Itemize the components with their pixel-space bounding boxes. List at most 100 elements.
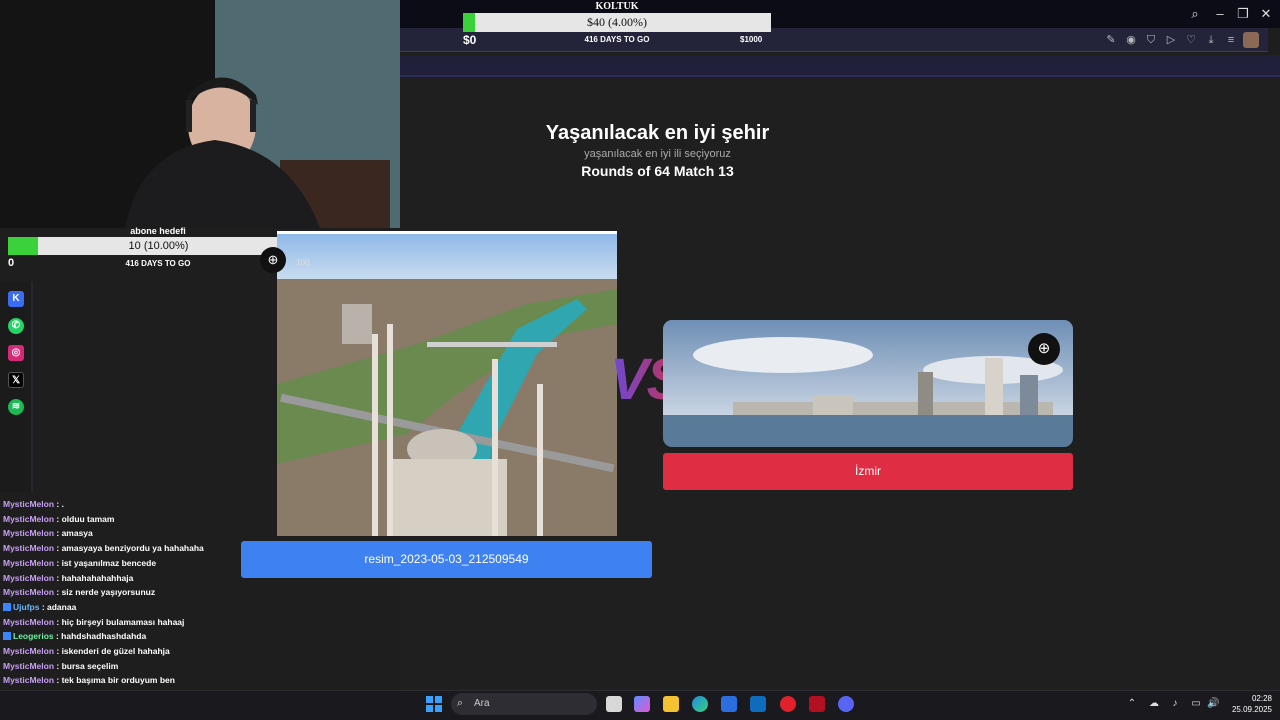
left-zoom-count: 100 xyxy=(296,258,310,267)
right-choice-button[interactable]: İzmir xyxy=(663,453,1073,490)
chat-message: MysticMelon : olduu tamam xyxy=(3,514,114,524)
chat-username[interactable]: MysticMelon xyxy=(3,661,54,671)
play-icon[interactable]: ▷ xyxy=(1164,33,1178,47)
heart-icon[interactable]: ♡ xyxy=(1184,33,1198,47)
edit-icon[interactable]: ✎ xyxy=(1104,33,1118,47)
chat-message: MysticMelon : amasya xyxy=(3,528,93,538)
donation-progress-bar: $40 (4.00%) xyxy=(463,13,771,32)
chat-username[interactable]: Leogerios xyxy=(13,631,54,641)
x-icon[interactable]: 𝕏 xyxy=(8,372,24,388)
donation-days-to-go: 416 DAYS TO GO xyxy=(584,35,650,44)
chat-message: MysticMelon : ist yaşanılmaz bencede xyxy=(3,558,156,568)
chat-message: MysticMelon : iskenderi de güzel hahahja xyxy=(3,646,170,656)
chat-message: Ujufps : adanaa xyxy=(3,602,76,612)
edge-icon[interactable] xyxy=(692,696,708,712)
outlook-icon[interactable] xyxy=(750,696,766,712)
volume-icon[interactable]: 🔊 xyxy=(1207,698,1219,709)
taskbar-search-label: Ara xyxy=(474,698,490,709)
clock-time: 02:28 xyxy=(1251,694,1272,703)
izmir-skyline-image xyxy=(663,320,1073,447)
left-zoom-button[interactable]: ⊕ xyxy=(260,247,286,273)
file-explorer-icon[interactable] xyxy=(663,696,679,712)
whatsapp-icon[interactable]: ✆ xyxy=(8,318,24,334)
chevron-up-icon[interactable]: ⌃ xyxy=(1126,698,1138,709)
close-icon[interactable]: ✕ xyxy=(1258,6,1274,22)
chat-username[interactable]: MysticMelon xyxy=(3,543,54,553)
social-sidebar: K ✆ ◎ 𝕏 ≋ xyxy=(0,282,33,492)
task-view-icon[interactable] xyxy=(606,696,622,712)
chat-message: MysticMelon : hahahahahahhaja xyxy=(3,573,133,583)
chat-username[interactable]: MysticMelon xyxy=(3,528,54,538)
chat-overlay: MysticMelon : . MysticMelon : olduu tamam… xyxy=(0,485,260,720)
display-icon[interactable]: ▭ xyxy=(1190,698,1202,709)
chat-message: MysticMelon : . xyxy=(3,499,64,509)
tournament-title: Yaşanılacak en iyi şehir xyxy=(545,122,770,144)
copilot-icon[interactable] xyxy=(634,696,650,712)
instagram-icon[interactable]: ◎ xyxy=(8,345,24,361)
restore-icon[interactable]: ❐ xyxy=(1235,6,1251,22)
chat-badge-icon xyxy=(3,632,11,641)
taskbar-search-icon: ⌕ xyxy=(457,697,464,709)
minimize-icon[interactable]: – xyxy=(1212,6,1228,21)
webcam-image xyxy=(0,0,400,228)
chat-username[interactable]: MysticMelon xyxy=(3,587,54,597)
shield-icon[interactable]: ⛉ xyxy=(1144,33,1158,47)
cloud-icon[interactable]: ☁ xyxy=(1148,698,1160,709)
chat-message: MysticMelon : bursa seçelim xyxy=(3,661,118,671)
spotify-icon[interactable]: ≋ xyxy=(8,399,24,415)
chat-message: MysticMelon : siz nerde yaşıyorsunuz xyxy=(3,587,155,597)
profile-avatar[interactable] xyxy=(1243,32,1259,48)
chat-text: : olduu tamam xyxy=(54,513,115,524)
sub-goal-title: abone hedefi xyxy=(130,226,186,236)
camera-icon[interactable]: ◉ xyxy=(1124,33,1138,47)
left-choice-button[interactable]: resim_2023-05-03_212509549 xyxy=(241,541,652,578)
chat-text: : hahahahahahhaja xyxy=(54,572,134,583)
start-button[interactable] xyxy=(426,696,442,712)
kick-icon[interactable]: K xyxy=(8,291,24,307)
opera-icon[interactable] xyxy=(780,696,796,712)
store-icon[interactable] xyxy=(721,696,737,712)
donation-goal-title: KOLTUK xyxy=(595,1,639,12)
donation-amount: $40 (4.00%) xyxy=(587,15,647,29)
clock-date: 25.09.2025 xyxy=(1231,705,1272,714)
chat-text: : hahdshadhashdahda xyxy=(53,631,147,642)
menu-icon[interactable]: ≡ xyxy=(1224,33,1238,47)
search-icon[interactable]: ⌕ xyxy=(1187,6,1203,22)
chat-username[interactable]: MysticMelon xyxy=(3,617,54,627)
chat-message: MysticMelon : hiç birşeyi bulamaması hah… xyxy=(3,617,184,627)
chat-text: : amasya xyxy=(54,528,93,539)
chat-username[interactable]: MysticMelon xyxy=(3,499,54,509)
chat-text: : hiç birşeyi bulamaması hahaaj xyxy=(54,616,185,627)
taskbar-search[interactable] xyxy=(451,693,597,715)
tournament-subtitle: yaşanılacak en iyi ili seçiyoruz xyxy=(584,148,731,160)
donation-max: $1000 xyxy=(740,35,763,44)
chat-message: Leogerios : hahdshadhashdahda xyxy=(3,631,146,641)
download-icon[interactable]: ⤓ xyxy=(1204,33,1218,47)
chat-text: : ist yaşanılmaz bencede xyxy=(54,557,157,568)
chat-text: : bursa seçelim xyxy=(54,660,119,671)
chat-username[interactable]: MysticMelon xyxy=(3,514,54,524)
webcam-feed xyxy=(0,0,400,228)
mic-icon[interactable]: ♪ xyxy=(1169,698,1181,709)
tournament-round: Rounds of 64 Match 13 xyxy=(581,163,734,179)
chat-username[interactable]: MysticMelon xyxy=(3,646,54,656)
chat-username[interactable]: MysticMelon xyxy=(3,675,54,685)
chat-text: : tek başıma bir orduyum ben xyxy=(54,675,175,686)
right-choice-image[interactable] xyxy=(663,320,1073,447)
chat-message: MysticMelon : amasyaya benziyordu ya hah… xyxy=(3,543,204,553)
chat-text: : . xyxy=(54,499,64,509)
chat-badge-icon xyxy=(3,602,11,611)
chat-username[interactable]: MysticMelon xyxy=(3,558,54,568)
app-icon[interactable] xyxy=(809,696,825,712)
left-choice-image[interactable] xyxy=(277,231,617,536)
chat-text: : amasyaya benziyordu ya hahahaha xyxy=(54,543,204,554)
chat-username[interactable]: Ujufps xyxy=(13,602,39,612)
adana-mosque-image xyxy=(277,234,617,536)
browser-bookmarks-bar xyxy=(400,55,1280,77)
chat-text: : siz nerde yaşıyorsunuz xyxy=(54,587,156,598)
right-zoom-button[interactable]: ⊕ xyxy=(1028,333,1060,365)
discord-icon[interactable] xyxy=(838,696,854,712)
chat-text: : iskenderi de güzel hahahja xyxy=(54,646,170,656)
chat-message: MysticMelon : tek başıma bir orduyum ben xyxy=(3,675,175,685)
chat-username[interactable]: MysticMelon xyxy=(3,573,54,583)
